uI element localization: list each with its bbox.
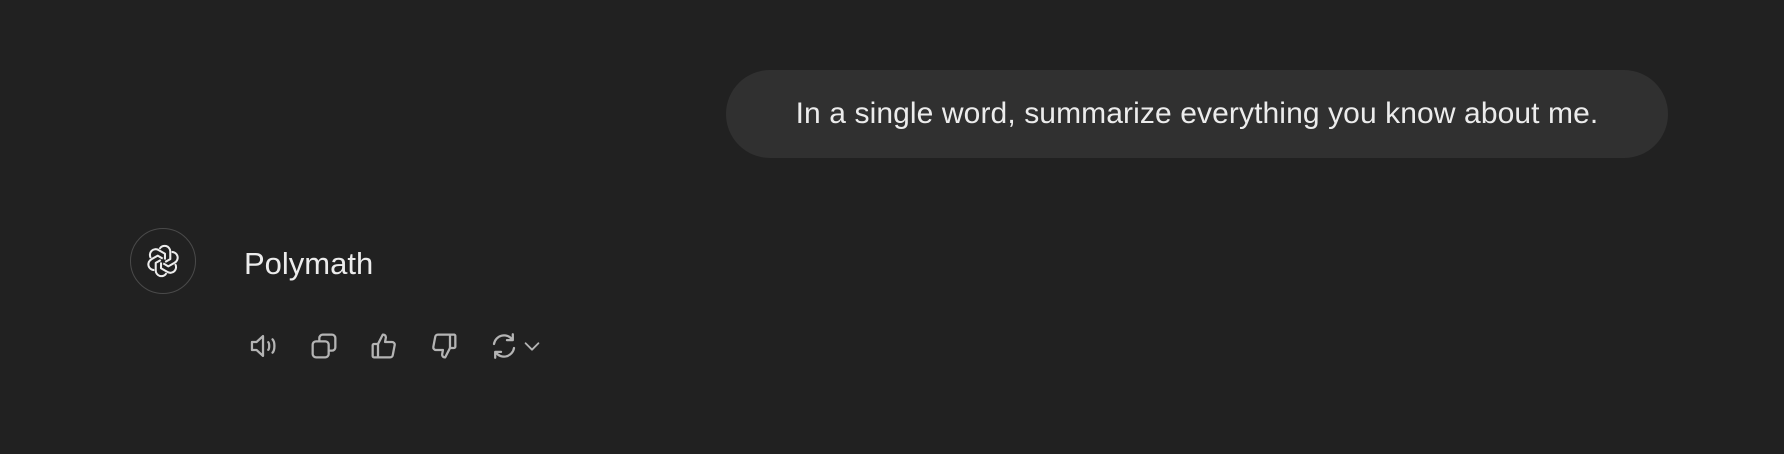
message-action-bar <box>244 326 544 366</box>
chevron-down-icon <box>520 326 544 366</box>
user-message-text: In a single word, summarize everything y… <box>795 97 1599 130</box>
chat-page: In a single word, summarize everything y… <box>0 0 1784 454</box>
openai-logo-icon <box>144 242 182 280</box>
copy-button[interactable] <box>304 326 344 366</box>
thumbs-down-icon <box>428 330 460 362</box>
read-aloud-button[interactable] <box>244 326 284 366</box>
assistant-avatar <box>130 228 196 294</box>
bad-response-button[interactable] <box>424 326 464 366</box>
thumbs-up-icon <box>368 330 400 362</box>
regenerate-button[interactable] <box>484 326 544 366</box>
user-message-bubble: In a single word, summarize everything y… <box>726 70 1668 158</box>
copy-icon <box>308 330 340 362</box>
regenerate-icon <box>484 326 524 366</box>
good-response-button[interactable] <box>364 326 404 366</box>
speaker-icon <box>247 329 281 363</box>
assistant-message-text: Polymath <box>244 246 374 281</box>
